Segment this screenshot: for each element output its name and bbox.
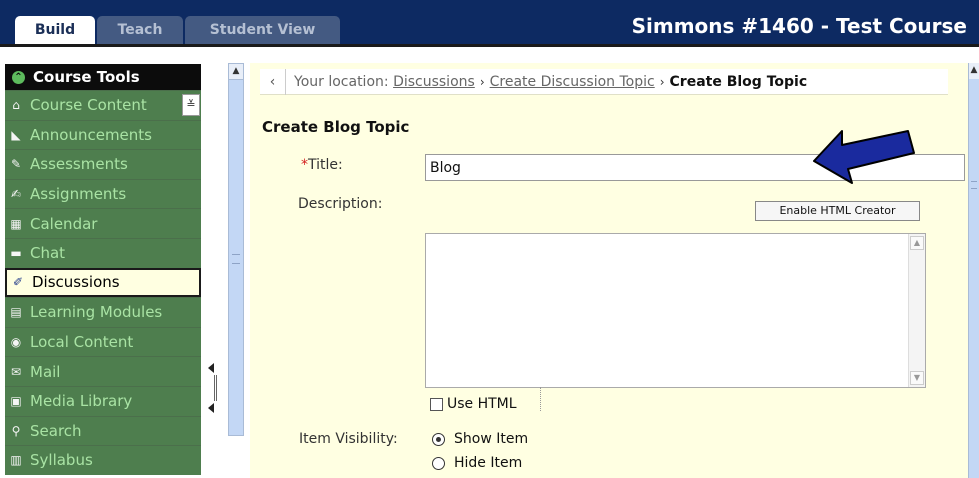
main-content: ‹ Your location: Discussions › Create Di…: [250, 63, 968, 478]
sidebar-item-media-library[interactable]: ▣ Media Library: [5, 385, 201, 416]
sidebar-item-assessments[interactable]: ✎ Assessments: [5, 149, 201, 179]
description-textarea[interactable]: ▲ ▼: [425, 233, 926, 388]
description-label: Description:: [298, 196, 383, 212]
title-label-text: Title:: [308, 157, 343, 173]
sidebar-item-label: Assessments: [30, 155, 128, 174]
tab-teach[interactable]: Teach: [97, 16, 183, 44]
page-scrollbar[interactable]: ▲: [968, 63, 979, 478]
sidebar-item-label: Mail: [30, 362, 61, 381]
sidebar-collapse-handle[interactable]: [206, 363, 218, 417]
scroll-down-icon[interactable]: ▼: [910, 371, 924, 385]
title-label: *Title:: [301, 157, 343, 173]
sidebar-item-learning-modules[interactable]: ▤ Learning Modules: [5, 297, 201, 327]
sidebar-item-calendar[interactable]: ▦ Calendar: [5, 208, 201, 238]
sidebar-item-discussions[interactable]: ✐ Discussions: [5, 267, 201, 298]
module-icon: ▤: [10, 305, 22, 320]
chat-bubble-icon: ▬: [10, 246, 22, 261]
use-html-label: Use HTML: [447, 396, 517, 412]
sidebar-item-label: Learning Modules: [30, 303, 163, 322]
checkbox-box[interactable]: [430, 397, 443, 411]
chevron-down-icon[interactable]: ≚: [182, 94, 200, 117]
assessment-icon: ✎: [10, 157, 22, 172]
course-title: Simmons #1460 - Test Course: [631, 14, 967, 38]
breadcrumb-link-create-discussion-topic[interactable]: Create Discussion Topic: [490, 74, 655, 90]
sidebar-item-label: Media Library: [30, 392, 133, 411]
breadcrumb-prefix: Your location:: [294, 73, 389, 90]
scroll-up-icon[interactable]: ▲: [969, 63, 979, 79]
collapse-left-icon: [208, 363, 214, 373]
breadcrumb-link-discussions[interactable]: Discussions: [393, 74, 475, 90]
sidebar-item-label: Chat: [30, 244, 66, 263]
sidebar-item-label: Announcements: [30, 125, 152, 144]
hide-item-label: Hide Item: [454, 455, 523, 471]
course-tools-title: Course Tools: [33, 68, 140, 86]
sidebar-item-label: Discussions: [32, 273, 120, 292]
enable-html-creator-button[interactable]: Enable HTML Creator: [755, 201, 920, 221]
radio-button[interactable]: [432, 456, 445, 470]
collapse-chevron-icon[interactable]: ⌃: [12, 70, 25, 84]
sidebar-item-label: Search: [30, 421, 82, 440]
megaphone-icon: ◣: [11, 127, 21, 142]
sidebar-scrollbar[interactable]: ▲: [228, 63, 244, 436]
sidebar-item-label: Assignments: [30, 185, 127, 204]
sidebar-item-label: Calendar: [30, 214, 98, 233]
syllabus-icon: ▥: [10, 453, 22, 468]
home-icon: ⌂: [12, 98, 20, 113]
course-tools-list: ⌂ Course Content ≚ ◣ Announcements ✎ Ass…: [5, 90, 201, 475]
sidebar-item-assignments[interactable]: ✍ Assignments: [5, 178, 201, 209]
sidebar-item-syllabus[interactable]: ▥ Syllabus: [5, 445, 201, 475]
back-chevron-icon[interactable]: ‹: [260, 68, 286, 95]
envelope-icon: ✉: [10, 364, 22, 379]
sidebar-item-course-content[interactable]: ⌂ Course Content ≚: [5, 90, 201, 120]
top-bar: Build Teach Student View Simmons #1460 -…: [0, 0, 979, 44]
required-marker: *: [301, 157, 308, 173]
breadcrumb-separator-icon: ›: [659, 74, 665, 89]
radio-hide-item[interactable]: Hide Item: [432, 455, 522, 471]
disc-icon: ◉: [10, 335, 22, 350]
scroll-up-icon[interactable]: ▲: [229, 64, 243, 80]
assignment-icon: ✍: [10, 187, 22, 202]
calendar-icon: ▦: [10, 216, 22, 231]
sidebar-item-label: Local Content: [30, 333, 134, 352]
pushpin-icon: ✐: [12, 275, 24, 290]
scroll-up-icon[interactable]: ▲: [910, 236, 924, 250]
page-title: Create Blog Topic: [262, 118, 410, 136]
show-item-label: Show Item: [454, 431, 529, 447]
sidebar-item-label: Course Content: [30, 96, 147, 115]
description-scrollbar[interactable]: ▲ ▼: [908, 234, 925, 387]
sidebar-item-search[interactable]: ⚲ Search: [5, 415, 201, 446]
breadcrumb: ‹ Your location: Discussions › Create Di…: [260, 68, 948, 95]
collapse-left-icon: [208, 403, 214, 413]
breadcrumb-separator-icon: ›: [479, 74, 485, 89]
media-icon: ▣: [10, 394, 22, 409]
sidebar-item-mail[interactable]: ✉ Mail: [5, 356, 201, 386]
search-icon: ⚲: [11, 423, 21, 438]
scroll-grip-icon: [232, 254, 240, 264]
tab-student-view[interactable]: Student View: [185, 16, 340, 44]
tab-build[interactable]: Build: [15, 16, 95, 44]
course-tools-header[interactable]: ⌃ Course Tools: [5, 64, 201, 90]
sidebar-item-chat[interactable]: ▬ Chat: [5, 237, 201, 268]
sidebar-item-label: Syllabus: [30, 451, 93, 470]
radio-button-checked[interactable]: [432, 432, 445, 446]
annotation-arrow-icon: [813, 130, 915, 184]
item-visibility-label: Item Visibility:: [299, 431, 398, 447]
sidebar-item-local-content[interactable]: ◉ Local Content: [5, 326, 201, 357]
use-html-checkbox[interactable]: Use HTML: [430, 396, 517, 412]
radio-show-item[interactable]: Show Item: [432, 431, 528, 447]
scroll-grip-icon: [971, 181, 977, 189]
course-tools-sidebar: ⌃ Course Tools ⌂ Course Content ≚ ◣ Anno…: [0, 63, 222, 478]
sidebar-item-announcements[interactable]: ◣ Announcements: [5, 119, 201, 150]
breadcrumb-current: Create Blog Topic: [669, 73, 808, 90]
